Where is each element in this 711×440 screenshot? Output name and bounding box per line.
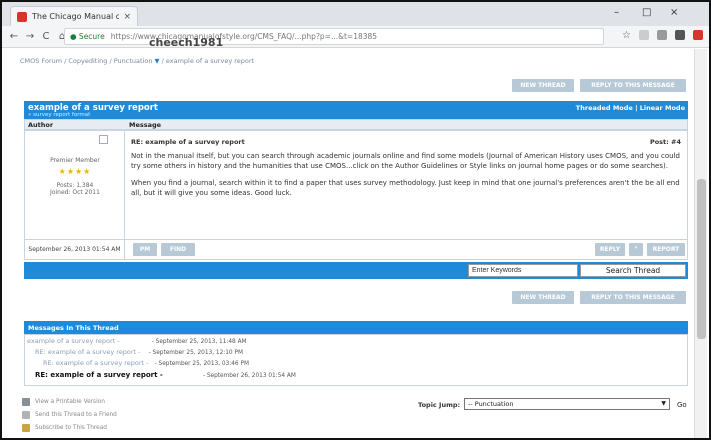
thread-header: example of a survey report » survey repo… bbox=[24, 101, 688, 119]
browser-tab[interactable]: The Chicago Manual of S × bbox=[10, 6, 138, 26]
author-rank: Premier Member bbox=[50, 157, 100, 164]
message-link[interactable]: example of a survey report - bbox=[27, 337, 120, 345]
post-title: RE: example of a survey report bbox=[131, 138, 245, 146]
subscribe-label[interactable]: Subscribe to This Thread bbox=[35, 425, 107, 431]
page-content: CMOS Forum / Copyediting / Punctuation ▼… bbox=[2, 49, 696, 438]
breadcrumb-dropdown-icon[interactable]: ▼ bbox=[155, 57, 160, 65]
post-reply-button[interactable]: REPLY bbox=[595, 243, 625, 256]
post-date: September 26, 2013 01:54 AM bbox=[25, 240, 125, 259]
list-item[interactable]: RE: example of a survey report - - Septe… bbox=[35, 348, 243, 356]
subscribe-link[interactable]: Subscribe to This Thread bbox=[22, 424, 107, 432]
url-input[interactable]: ● Secure https://www.chicagomanualofstyl… bbox=[64, 28, 604, 45]
topic-jump-label: Topic Jump: bbox=[418, 401, 461, 409]
printable-link[interactable]: View a Printable Version bbox=[22, 398, 105, 406]
column-header: Author Message bbox=[24, 119, 688, 130]
author-stats: Posts: 1,384 Joined: Oct 2011 bbox=[25, 182, 125, 196]
reload-icon[interactable]: C bbox=[38, 31, 54, 42]
search-thread-button[interactable]: Search Thread bbox=[580, 264, 686, 277]
post-paragraph: Not in the manual itself, but you can se… bbox=[131, 152, 680, 170]
post-number[interactable]: Post: #4 bbox=[650, 137, 681, 147]
thread-mode-links[interactable]: Threaded Mode | Linear Mode bbox=[576, 104, 685, 112]
thread-search-bar: Search Thread bbox=[24, 262, 688, 279]
author-column-header: Author bbox=[28, 121, 54, 129]
subscribe-icon bbox=[22, 424, 30, 432]
current-message: RE: example of a survey report - bbox=[35, 371, 163, 379]
breadcrumb-path[interactable]: CMOS Forum / Copyediting / Punctuation bbox=[20, 57, 152, 65]
go-button[interactable]: Go bbox=[677, 401, 687, 409]
message-link[interactable]: RE: example of a survey report - bbox=[43, 359, 149, 367]
tab-title: The Chicago Manual of S bbox=[32, 12, 119, 21]
chevron-down-icon: ▼ bbox=[661, 400, 666, 407]
topic-jump-select[interactable]: -- Punctuation ▼ bbox=[464, 398, 670, 410]
extension-icon[interactable] bbox=[693, 30, 703, 40]
author-panel: Premier Member ★★★★ Posts: 1,384 Joined:… bbox=[25, 131, 125, 241]
post-count: Posts: 1,384 bbox=[56, 182, 94, 189]
extension-icon[interactable] bbox=[675, 30, 685, 40]
new-thread-button[interactable]: NEW THREAD bbox=[512, 79, 574, 92]
address-bar: ← → C ⌂ ● Secure https://www.chicagomanu… bbox=[2, 26, 709, 48]
join-date: Joined: Oct 2011 bbox=[50, 189, 100, 196]
extension-icon[interactable] bbox=[657, 30, 667, 40]
minimize-icon[interactable]: – bbox=[614, 7, 619, 18]
site-favicon-icon bbox=[17, 11, 27, 22]
message-column-header: Message bbox=[129, 121, 162, 129]
back-icon[interactable]: ← bbox=[6, 31, 22, 42]
forward-icon[interactable]: → bbox=[22, 31, 38, 42]
reply-button-bottom[interactable]: REPLY TO THIS MESSAGE bbox=[580, 291, 686, 304]
list-item[interactable]: example of a survey report - - September… bbox=[27, 337, 247, 345]
breadcrumb: CMOS Forum / Copyediting / Punctuation ▼… bbox=[20, 57, 254, 65]
rating-stars-icon: ★★★★ bbox=[58, 167, 92, 176]
envelope-icon bbox=[22, 411, 30, 419]
printable-label[interactable]: View a Printable Version bbox=[35, 399, 105, 405]
list-item[interactable]: RE: example of a survey report - - Septe… bbox=[43, 359, 249, 367]
breadcrumb-current: / example of a survey report bbox=[161, 57, 255, 65]
thread-subtitle: » survey report format bbox=[28, 112, 91, 118]
list-item: RE: example of a survey report - - Septe… bbox=[35, 371, 296, 379]
username-watermark: cheech1981 bbox=[149, 36, 224, 49]
printer-icon bbox=[22, 398, 30, 406]
pm-button[interactable]: PM bbox=[133, 243, 157, 256]
browser-extensions: ☆ bbox=[622, 30, 703, 41]
quote-button[interactable]: " bbox=[629, 243, 643, 256]
find-button[interactable]: FIND bbox=[161, 243, 195, 256]
restore-icon[interactable]: □ bbox=[642, 7, 651, 18]
secure-label: ● Secure bbox=[70, 32, 105, 41]
message-date: - September 26, 2013 01:54 AM bbox=[202, 373, 296, 379]
report-button[interactable]: REPORT bbox=[647, 243, 685, 256]
message-date: - September 25, 2013, 11:48 AM bbox=[151, 339, 247, 345]
keyword-input[interactable] bbox=[468, 264, 578, 277]
send-to-friend-link[interactable]: Send this Thread to a Friend bbox=[22, 411, 117, 419]
post: Premier Member ★★★★ Posts: 1,384 Joined:… bbox=[24, 130, 688, 241]
tab-close-icon[interactable]: × bbox=[123, 12, 131, 22]
reply-button[interactable]: REPLY TO THIS MESSAGE bbox=[580, 79, 686, 92]
message-date: - September 25, 2013, 12:10 PM bbox=[148, 350, 243, 356]
vertical-scrollbar[interactable] bbox=[694, 49, 707, 438]
message-link[interactable]: RE: example of a survey report - bbox=[35, 348, 141, 356]
browser-window: The Chicago Manual of S × – □ × ← → C ⌂ … bbox=[0, 0, 711, 440]
bookmark-star-icon[interactable]: ☆ bbox=[622, 30, 631, 41]
post-paragraph: When you find a journal, search within i… bbox=[131, 179, 680, 197]
topic-jump-value: -- Punctuation bbox=[468, 400, 514, 408]
avatar bbox=[99, 135, 108, 144]
tab-bar: The Chicago Manual of S × – □ × bbox=[2, 2, 709, 26]
window-close-icon[interactable]: × bbox=[670, 7, 678, 18]
new-thread-button-bottom[interactable]: NEW THREAD bbox=[512, 291, 574, 304]
message-body: RE: example of a survey report Post: #4 … bbox=[125, 131, 687, 241]
send-label[interactable]: Send this Thread to a Friend bbox=[35, 412, 117, 418]
message-date: - September 25, 2013, 03:46 PM bbox=[154, 361, 249, 367]
scrollbar-thumb[interactable] bbox=[697, 179, 706, 339]
messages-list: example of a survey report - - September… bbox=[24, 334, 688, 386]
post-footer: September 26, 2013 01:54 AM PM FIND REPL… bbox=[24, 240, 688, 260]
extension-icon[interactable] bbox=[639, 30, 649, 40]
messages-header: Messages In This Thread bbox=[24, 321, 688, 334]
